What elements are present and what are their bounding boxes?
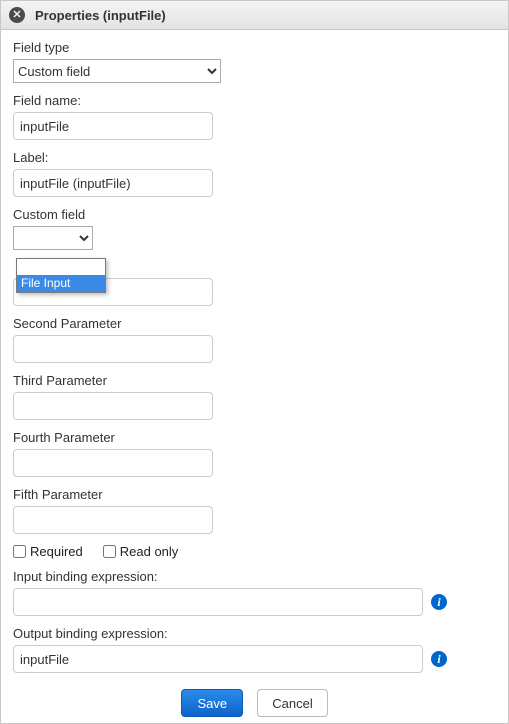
save-button[interactable]: Save (181, 689, 243, 717)
dialog-footer: Save Cancel (13, 683, 496, 719)
custom-field-label: Custom field (13, 207, 496, 222)
field-name-input[interactable] (13, 112, 213, 140)
input-binding-label: Input binding expression: (13, 569, 496, 584)
readonly-checkbox-wrap[interactable]: Read only (103, 544, 179, 559)
custom-field-dropdown: File Input (16, 258, 106, 293)
fifth-parameter-label: Fifth Parameter (13, 487, 496, 502)
output-binding-input[interactable] (13, 645, 423, 673)
second-parameter-label: Second Parameter (13, 316, 496, 331)
field-type-select[interactable]: Custom field (13, 59, 221, 83)
fifth-parameter-input[interactable] (13, 506, 213, 534)
required-checkbox[interactable] (13, 545, 26, 558)
close-icon[interactable]: ✕ (9, 7, 25, 23)
custom-field-option-blank[interactable] (17, 259, 105, 275)
readonly-checkbox[interactable] (103, 545, 116, 558)
output-binding-label: Output binding expression: (13, 626, 496, 641)
third-parameter-input[interactable] (13, 392, 213, 420)
input-binding-input[interactable] (13, 588, 423, 616)
custom-field-select[interactable] (13, 226, 93, 250)
label-input[interactable] (13, 169, 213, 197)
required-label: Required (30, 544, 83, 559)
dialog-body: Field type Custom field Field name: Labe… (1, 30, 508, 723)
custom-field-option-file-input[interactable]: File Input (17, 275, 105, 292)
dialog-title: Properties (inputFile) (35, 8, 166, 23)
field-type-label: Field type (13, 40, 496, 55)
cancel-button[interactable]: Cancel (257, 689, 327, 717)
readonly-label: Read only (120, 544, 179, 559)
info-icon[interactable]: i (431, 594, 447, 610)
second-parameter-input[interactable] (13, 335, 213, 363)
required-checkbox-wrap[interactable]: Required (13, 544, 83, 559)
fourth-parameter-input[interactable] (13, 449, 213, 477)
fourth-parameter-label: Fourth Parameter (13, 430, 496, 445)
third-parameter-label: Third Parameter (13, 373, 496, 388)
field-name-label: Field name: (13, 93, 496, 108)
info-icon[interactable]: i (431, 651, 447, 667)
label-label: Label: (13, 150, 496, 165)
titlebar: ✕ Properties (inputFile) (1, 1, 508, 30)
properties-dialog: ✕ Properties (inputFile) Field type Cust… (0, 0, 509, 724)
